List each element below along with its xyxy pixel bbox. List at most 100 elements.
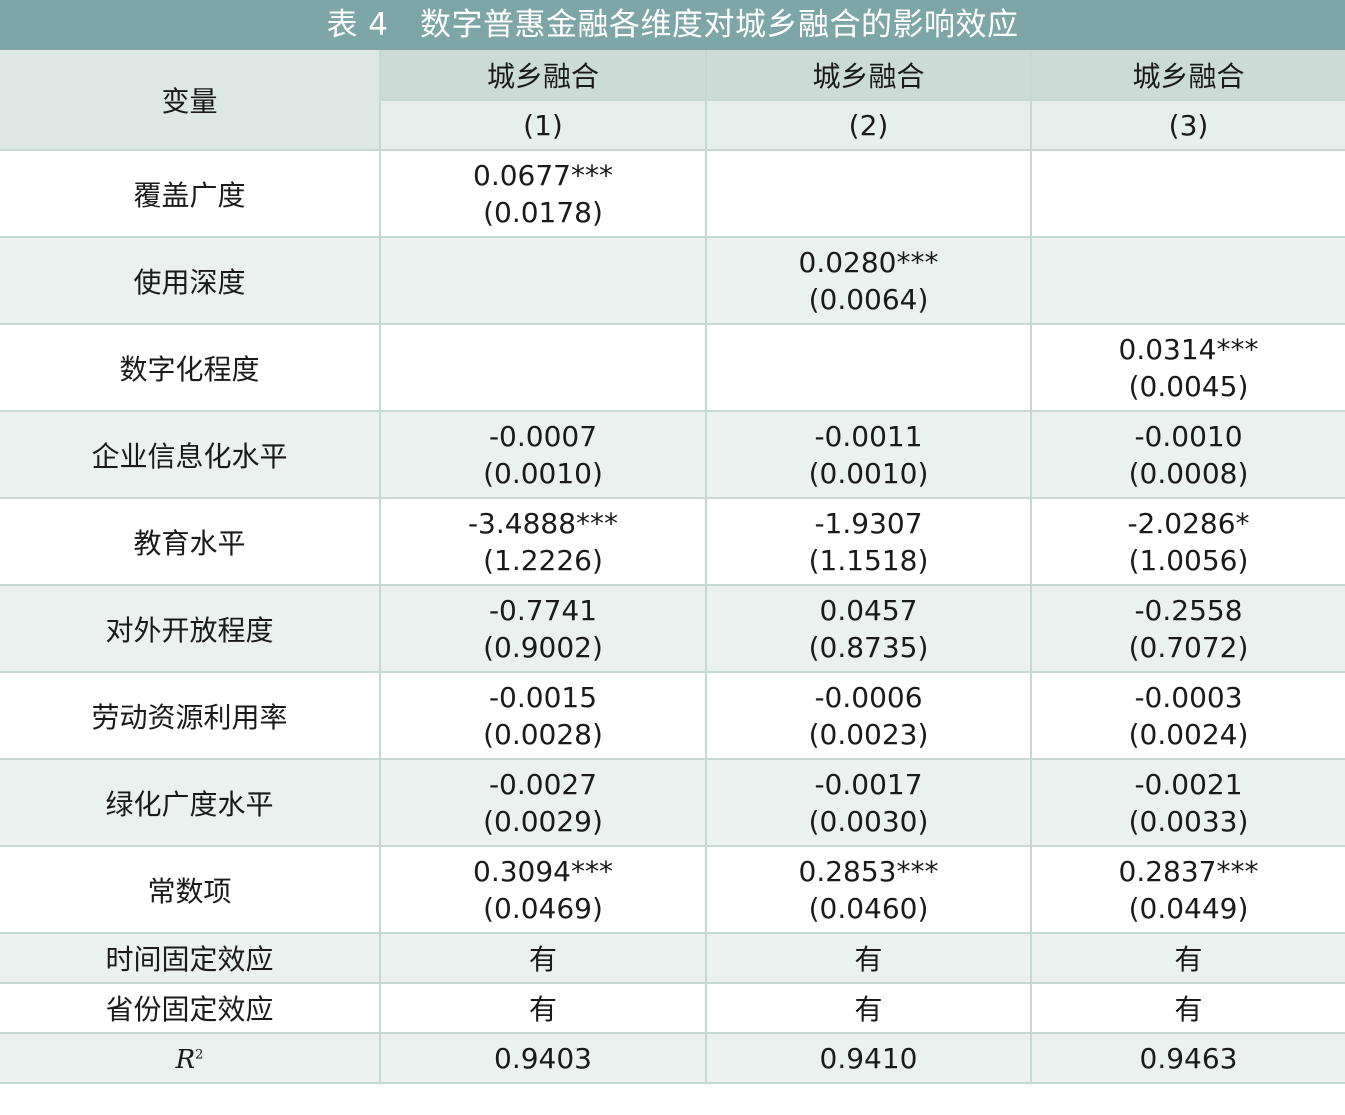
row-label: 绿化广度水平 (0, 759, 381, 847)
r2-exponent: 2 (195, 1046, 204, 1062)
table-cell: 0.0280*** (0.0064) (706, 237, 1032, 325)
coef: 0.2853*** (798, 854, 939, 888)
coef: -0.0015 (488, 680, 598, 714)
table-cell: -1.9307 (1.1518) (706, 498, 1032, 586)
std-error: (0.0030) (808, 804, 929, 838)
table-cell: 有 (706, 983, 1032, 1034)
std-error: (0.0028) (483, 717, 603, 751)
coef: -0.0021 (1134, 767, 1243, 801)
table-cell: -3.4888*** (1.2226) (380, 498, 707, 586)
table-row: 绿化广度水平 -0.0027 (0.0029) -0.0017 (0.0030) -… (0, 759, 1345, 847)
row-label: 企业信息化水平 (0, 411, 381, 499)
table-cell (1031, 150, 1345, 238)
table-cell: -0.0017 (0.0030) (706, 759, 1032, 847)
header-variable: 变量 (0, 50, 381, 151)
row-label: 对外开放程度 (0, 585, 381, 673)
table-cell: 有 (706, 933, 1032, 984)
regression-table: 变量 城乡融合 城乡融合 城乡融合 (1) (2) (3) 覆盖广度 0.067… (0, 50, 1345, 1084)
table-cell: 有 (1031, 933, 1345, 984)
std-error: (0.0024) (1128, 717, 1249, 751)
table-cell: -0.7741 (0.9002) (380, 585, 707, 673)
header-model-3: (3) (1031, 100, 1345, 151)
std-error: (0.0033) (1128, 804, 1249, 838)
table-row: 企业信息化水平 -0.0007 (0.0010) -0.0011 (0.0010) … (0, 411, 1345, 499)
coef: -0.7741 (488, 593, 598, 627)
table-cell (706, 324, 1032, 412)
coef: -0.0006 (814, 680, 923, 714)
row-label: 省份固定效应 (0, 983, 381, 1034)
coef: -0.0010 (1134, 419, 1243, 453)
table-row: 数字化程度 0.0314*** (0.0045) (0, 324, 1345, 412)
table-cell: 0.0457 (0.8735) (706, 585, 1032, 673)
coef: 0.0457 (819, 593, 918, 627)
row-label: 劳动资源利用率 (0, 672, 381, 760)
table-cell: -0.0015 (0.0028) (380, 672, 707, 760)
table-cell: 0.0314*** (0.0045) (1031, 324, 1345, 412)
table-cell: -0.0011 (0.0010) (706, 411, 1032, 499)
table-cell: 有 (1031, 983, 1345, 1034)
table-cell: 0.0677*** (0.0178) (380, 150, 707, 238)
std-error: (0.0008) (1128, 456, 1249, 490)
coef: 0.3094*** (473, 854, 613, 888)
header-dep-var-2: 城乡融合 (706, 50, 1032, 101)
table-cell (1031, 237, 1345, 325)
table-cell: -0.0027 (0.0029) (380, 759, 707, 847)
table-row: 劳动资源利用率 -0.0015 (0.0028) -0.0006 (0.0023) … (0, 672, 1345, 760)
table-cell: -0.0003 (0.0024) (1031, 672, 1345, 760)
r2-symbol: R (175, 1044, 196, 1075)
table-row: 使用深度 0.0280*** (0.0064) (0, 237, 1345, 325)
row-label: 数字化程度 (0, 324, 381, 412)
table-title: 表 4 数字普惠金融各维度对城乡融合的影响效应 (0, 0, 1345, 50)
row-label: 覆盖广度 (0, 150, 381, 238)
table-row: 对外开放程度 -0.7741 (0.9002) 0.0457 (0.8735) -0… (0, 585, 1345, 673)
std-error: (1.0056) (1128, 543, 1249, 577)
std-error: (0.0023) (808, 717, 929, 751)
std-error: (0.0029) (483, 804, 603, 838)
table-cell: -2.0286* (1.0056) (1031, 498, 1345, 586)
std-error: (0.0469) (483, 891, 603, 925)
coef: -0.0007 (488, 419, 598, 453)
std-error: (1.2226) (483, 543, 603, 577)
coef: -0.0011 (814, 419, 923, 453)
table-cell (706, 150, 1032, 238)
coef: -3.4888*** (467, 506, 619, 540)
header-model-2: (2) (706, 100, 1032, 151)
row-label: 常数项 (0, 846, 381, 934)
coef: 0.0677*** (473, 158, 613, 192)
table-row: 教育水平 -3.4888*** (1.2226) -1.9307 (1.1518) … (0, 498, 1345, 586)
table-row: 覆盖广度 0.0677*** (0.0178) (0, 150, 1345, 238)
coef: 0.2837*** (1118, 854, 1259, 888)
std-error: (0.7072) (1128, 630, 1249, 664)
document: 表 4 数字普惠金融各维度对城乡融合的影响效应 变量 城乡融合 城乡融合 城乡融… (0, 0, 1345, 1115)
table-cell: 0.3094*** (0.0469) (380, 846, 707, 934)
header-model-1: (1) (380, 100, 707, 151)
table-cell (380, 324, 707, 412)
row-label: 教育水平 (0, 498, 381, 586)
std-error: (0.8735) (808, 630, 929, 664)
coef: 0.0314*** (1118, 332, 1259, 366)
table-cell: 有 (380, 983, 707, 1034)
table-cell: -0.0010 (0.0008) (1031, 411, 1345, 499)
std-error: (0.0045) (1128, 369, 1249, 403)
table-cell: 0.2853*** (0.0460) (706, 846, 1032, 934)
table-cell: 0.9463 (1031, 1033, 1345, 1084)
coef: -2.0286* (1127, 506, 1250, 540)
table-row-fixed-effect: 时间固定效应 有 有 有 (0, 933, 1345, 984)
row-label: 使用深度 (0, 237, 381, 325)
row-label-r-squared: R2 (0, 1033, 381, 1084)
std-error: (0.0460) (808, 891, 929, 925)
row-label: 时间固定效应 (0, 933, 381, 984)
table-cell: -0.2558 (0.7072) (1031, 585, 1345, 673)
header-dep-var-3: 城乡融合 (1031, 50, 1345, 101)
coef: 0.0280*** (798, 245, 939, 279)
coef: -0.0017 (814, 767, 923, 801)
std-error: (1.1518) (808, 543, 929, 577)
std-error: (0.0178) (483, 195, 603, 229)
coef: -1.9307 (814, 506, 923, 540)
table-cell: -0.0006 (0.0023) (706, 672, 1032, 760)
coef: -0.0003 (1134, 680, 1243, 714)
std-error: (0.9002) (483, 630, 603, 664)
std-error: (0.0010) (808, 456, 929, 490)
table-cell: 0.9410 (706, 1033, 1032, 1084)
table-row-r-squared: R2 0.9403 0.9410 0.9463 (0, 1033, 1345, 1084)
